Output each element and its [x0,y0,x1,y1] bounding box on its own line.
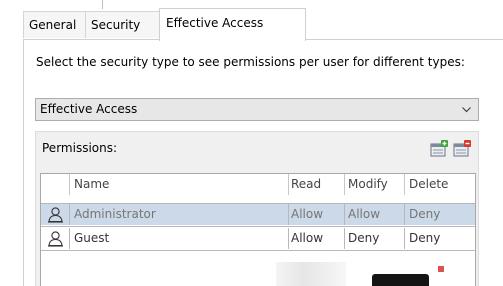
row-name: Administrator [70,204,289,225]
tab-general[interactable]: General [23,11,86,38]
blurred-fragment [276,262,346,286]
row-modify: Allow [345,204,405,225]
permissions-label: Permissions: [42,141,118,155]
row-delete: Deny [409,207,441,221]
security-type-select[interactable]: Effective Access [35,98,479,121]
row-delete: Deny [409,231,441,245]
effective-access-dialog: General Security Effective Access Select… [0,0,503,286]
permissions-table: Name Read Modify Delete Administrator Al… [40,173,476,286]
tab-effective-access[interactable]: Effective Access [159,8,306,41]
column-header-delete[interactable]: Delete [405,174,475,195]
red-fragment [438,266,444,272]
row-name: Guest [70,228,289,249]
row-icon-cell [41,228,70,249]
row-separator [41,226,475,227]
chevron-down-icon [462,107,471,113]
dark-fragment [372,274,429,286]
row-read: Allow [289,204,345,225]
column-header-read[interactable]: Read [289,174,345,195]
column-header-modify[interactable]: Modify [345,174,405,195]
row-modify: Deny [345,228,405,249]
table-row[interactable]: Administrator Allow Allow Deny [41,204,475,225]
description-text: Select the security type to see permissi… [36,55,465,69]
tab-strip: General Security Effective Access [23,8,503,41]
row-read: Allow [289,228,345,249]
user-icon [48,231,63,247]
remove-user-icon[interactable] [453,140,471,158]
row-icon-cell [41,204,70,225]
row-separator [41,250,475,251]
table-row[interactable]: Guest Allow Deny Deny [41,228,475,249]
user-icon [48,207,63,223]
add-user-icon[interactable] [430,140,448,158]
header-icon-column [41,174,70,195]
tab-security[interactable]: Security [85,11,160,38]
column-header-name[interactable]: Name [70,174,289,195]
table-header: Name Read Modify Delete [41,174,475,195]
security-type-value: Effective Access [40,102,138,116]
